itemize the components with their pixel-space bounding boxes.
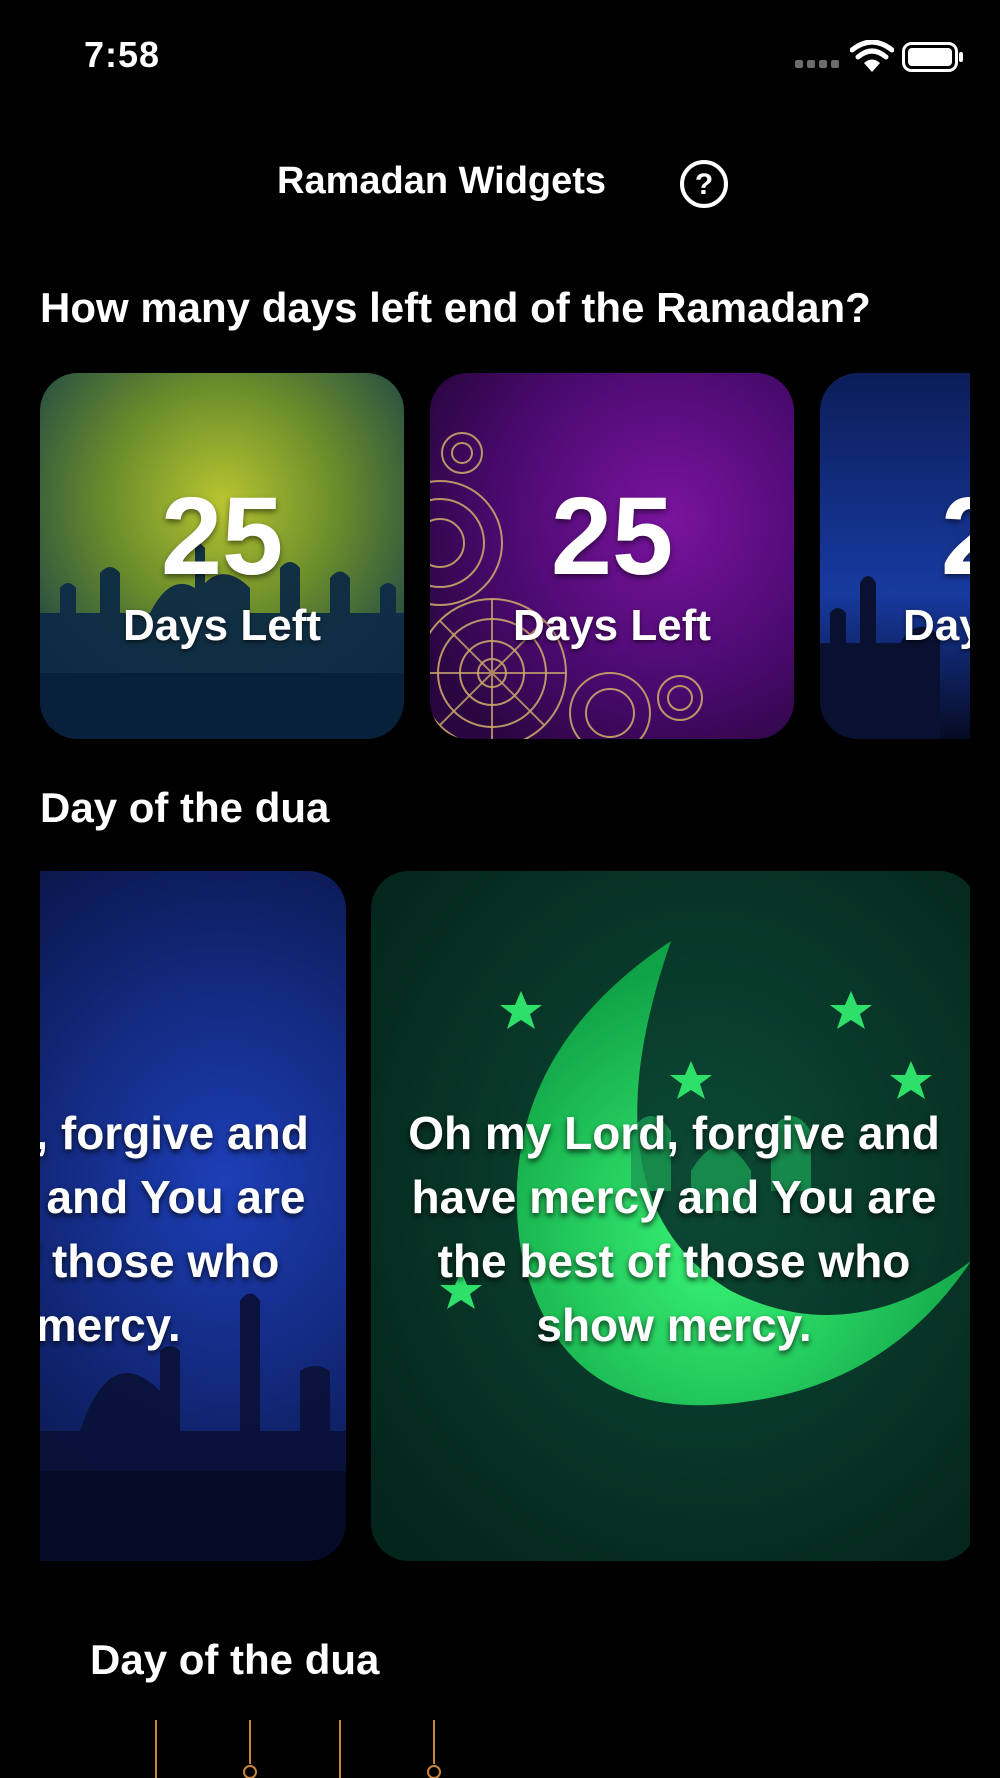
hanging-lanterns-decoration [155,1720,441,1778]
days-left-label: Days Left [512,601,712,650]
app-title: Ramadan Widgets [277,160,607,202]
days-left-number: 25 [160,475,284,598]
dua-widget-blue[interactable]: Oh my Lord, forgive and have mercy and Y… [40,871,346,1561]
countdown-carousel-clip: 25 Days Left [820,373,970,739]
countdown-widget-green[interactable]: 25 Days Left [40,373,404,739]
countdown-section-title: How many days left end of the Ramadan? [40,284,871,331]
dua-section-2-title: Day of the dua [90,1636,380,1683]
svg-text:?: ? [695,168,713,201]
status-time: 7:58 [84,34,161,75]
days-left-label: Days Left [122,601,322,650]
wifi-icon [850,40,894,72]
nav-header: Ramadan Widgets ? [0,150,1000,214]
days-left-number: 25 [550,475,674,598]
dua-carousel-clip-left: Oh my Lord, forgive and have mercy and Y… [40,871,346,1561]
days-left-label: Days Left [902,601,970,650]
dua-text: Oh my Lord, forgive and have mercy and Y… [40,1107,309,1351]
days-left-number: 25 [820,473,970,600]
dua-section-title: Day of the dua [40,784,330,831]
dua-text: Oh my Lord, forgive and have mercy and Y… [408,1107,940,1351]
countdown-widget-purple[interactable]: 25 Days Left [430,373,794,739]
dua-carousel-clip-right: Oh my Lord, forgive and have mercy and Y… [371,871,970,1561]
status-bar: 7:58 [0,0,1000,110]
countdown-widget-blue[interactable]: 25 Days Left [820,373,970,739]
dua-widget-green[interactable]: Oh my Lord, forgive and have mercy and Y… [371,871,970,1561]
battery-icon [902,42,963,72]
question-circle-icon[interactable]: ? [678,158,730,210]
cellular-signal-icon [795,60,843,70]
